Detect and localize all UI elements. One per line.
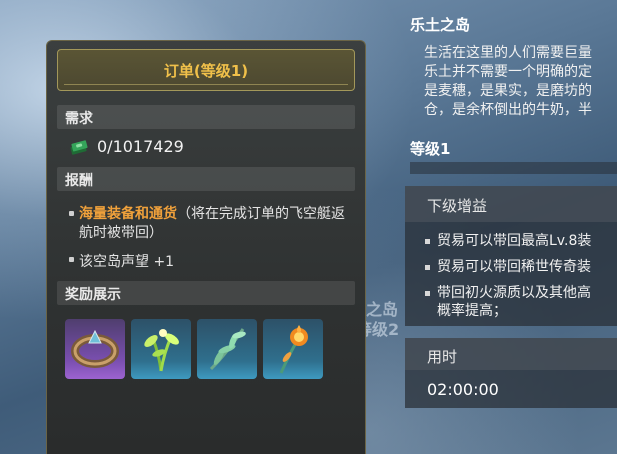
requirement-value: 0/1017429 <box>97 137 184 156</box>
glowing-herb-icon <box>144 329 179 372</box>
showcase-label: 奖励展示 <box>65 287 121 303</box>
next-bonus-box: 下级增益 贸易可以带回最高Lv.8装 贸易可以带回稀世传奇装 带回初火源质以及其… <box>405 186 617 326</box>
bonus-item-continuation: 概率提高； <box>437 303 507 319</box>
bonus-item: 带回初火源质以及其他高 <box>425 284 591 302</box>
reward-item-reputation: 该空岛声望 +1 <box>79 254 175 270</box>
reward-tile-herb[interactable] <box>131 319 191 379</box>
order-panel: 订单(等级1) 需求 0/1017429 报酬 海量装备和通货（将在完成订单的飞… <box>46 40 366 454</box>
description-line: 生活在这里的人们需要巨量 <box>424 45 592 61</box>
duration-value: 02:00:00 <box>427 380 499 399</box>
level-band <box>410 162 617 174</box>
bonus-item: 贸易可以带回稀世传奇装 <box>425 258 591 276</box>
reward-label: 报酬 <box>65 173 93 189</box>
cash-stack-icon <box>70 140 88 155</box>
island-description: 生活在这里的人们需要巨量 乐土并不需要一个明确的定 是麦穗，是果实，是磨坊的 仓… <box>424 44 617 122</box>
fire-flower-icon <box>279 325 308 374</box>
description-line: 是麦穗，是果实，是磨坊的 <box>424 83 592 99</box>
description-line: 乐土并不需要一个明确的定 <box>424 64 592 80</box>
reward-item-equipment: 海量装备和通货（将在完成订单的飞空艇返航时被带回） <box>79 205 349 243</box>
fern-leaf-icon <box>209 328 246 371</box>
requirement-section-header: 需求 <box>57 105 355 129</box>
next-bonus-header: 下级增益 <box>405 186 617 222</box>
bonus-item: 贸易可以带回最高Lv.8装 <box>425 232 591 250</box>
order-title: 订单(等级1) <box>163 62 249 80</box>
reward-bullet <box>69 211 74 216</box>
requirement-label: 需求 <box>65 111 93 127</box>
bonus-bullet <box>425 239 430 244</box>
bonus-bullet <box>425 291 430 296</box>
next-bonus-label: 下级增益 <box>427 197 488 215</box>
duration-header: 用时 <box>405 338 617 370</box>
reward-section-header: 报酬 <box>57 167 355 191</box>
reward-tile-fire-flower[interactable] <box>263 319 323 379</box>
island-title: 乐土之岛 <box>410 16 471 34</box>
reward-tile-fern[interactable] <box>197 319 257 379</box>
bonus-bullet <box>425 265 430 270</box>
reward-highlight: 海量装备和通货 <box>79 206 177 222</box>
ring-icon <box>71 329 119 368</box>
header-divider <box>64 84 348 85</box>
reward-bullet <box>69 257 74 262</box>
duration-label: 用时 <box>427 348 458 366</box>
duration-box: 用时 02:00:00 <box>405 338 617 408</box>
island-level: 等级1 <box>410 140 451 158</box>
order-header: 订单(等级1) <box>57 49 355 91</box>
reward-tile-ring[interactable] <box>65 319 125 379</box>
showcase-section-header: 奖励展示 <box>57 281 355 305</box>
description-line: 仓，是余杯倒出的牛奶，半 <box>424 102 592 118</box>
